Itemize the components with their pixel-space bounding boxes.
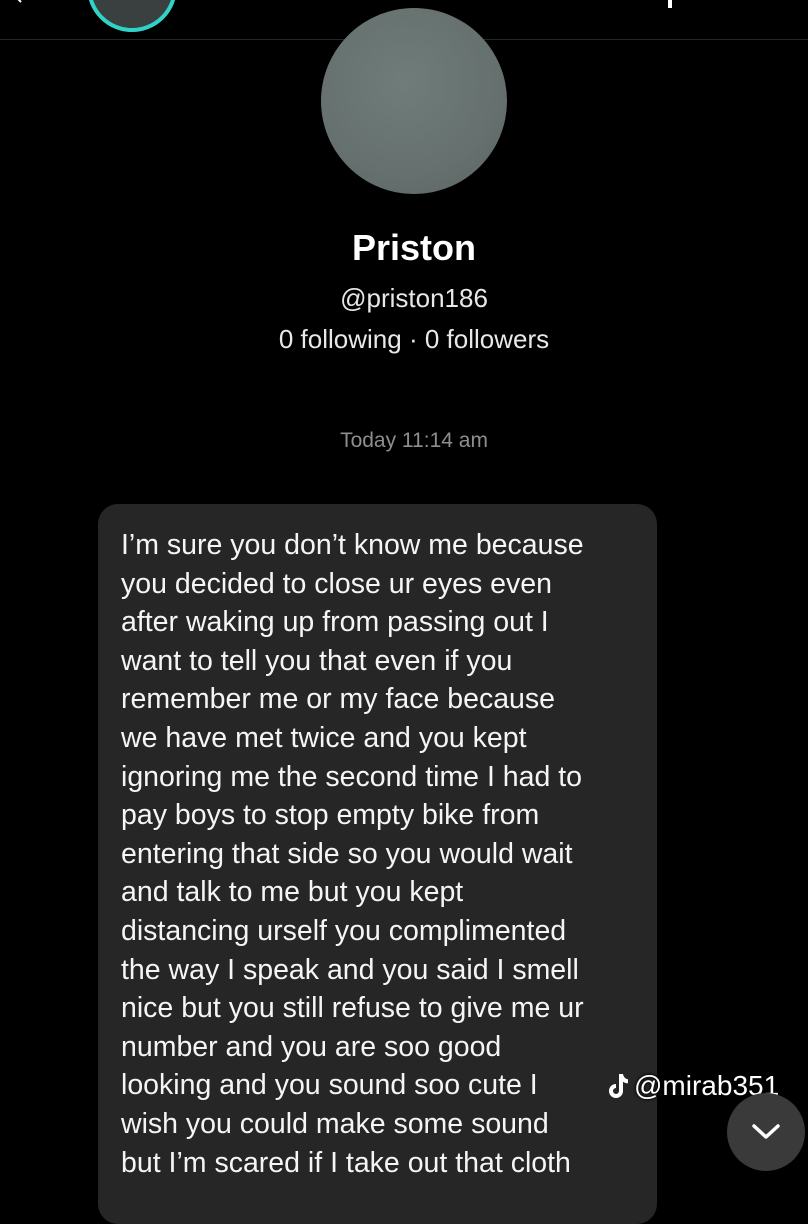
- profile-stats: 0 following · 0 followers: [278, 324, 550, 354]
- message-timestamp: Today 11:14 am: [340, 429, 488, 452]
- message-text: I’m sure you don’t know me because you d…: [121, 529, 584, 1179]
- profile-handle: @priston186: [340, 283, 488, 313]
- scroll-down-button[interactable]: [727, 1093, 805, 1171]
- profile-avatar[interactable]: [321, 8, 507, 194]
- tiktok-icon: [609, 1074, 628, 1098]
- message-bubble[interactable]: I’m sure you don’t know me because you d…: [98, 504, 657, 1224]
- chevron-down-icon: [752, 1124, 780, 1139]
- header-avatar[interactable]: [87, 0, 177, 32]
- chevron-left-icon[interactable]: [10, 0, 26, 4]
- profile-name: Priston: [351, 227, 476, 268]
- header-action-icon[interactable]: [662, 0, 678, 8]
